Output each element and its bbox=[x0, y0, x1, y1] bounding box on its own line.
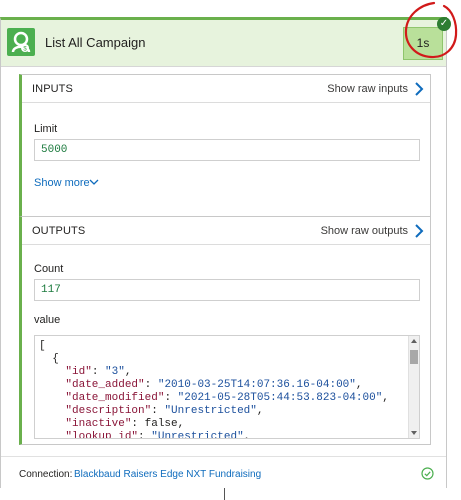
connection-label: Connection: bbox=[19, 469, 73, 480]
inputs-title: INPUTS bbox=[32, 83, 73, 95]
json-line: "lookup_id": "Unrestricted", bbox=[65, 431, 251, 439]
json-code: [ { "id": "3", "date_added": "2010-03-25… bbox=[39, 340, 419, 439]
flow-connector bbox=[224, 488, 225, 500]
chevron-down-icon[interactable] bbox=[89, 177, 99, 187]
limit-label: Limit bbox=[34, 123, 58, 135]
connection-ok-icon bbox=[421, 467, 434, 480]
show-raw-inputs-link[interactable]: Show raw inputs bbox=[327, 83, 408, 95]
scroll-down-arrow-icon[interactable] bbox=[411, 431, 417, 435]
json-line: "date_modified": "2021-05-28T05:44:53.82… bbox=[65, 392, 389, 404]
connection-footer: Connection: Blackbaud Raisers Edge NXT F… bbox=[1, 456, 446, 490]
duration-badge: 1s bbox=[403, 27, 443, 60]
outputs-section: OUTPUTS Show raw outputs Count 117 value… bbox=[19, 216, 431, 445]
outputs-section-header[interactable]: OUTPUTS Show raw outputs bbox=[22, 217, 430, 245]
scroll-up-arrow-icon[interactable] bbox=[411, 339, 417, 343]
value-label: value bbox=[34, 314, 61, 326]
scrollbar-thumb[interactable] bbox=[410, 350, 418, 364]
success-check-icon: ✓ bbox=[437, 17, 451, 31]
action-card: $ List All Campaign 1s INPUTS Show raw i… bbox=[0, 17, 447, 490]
json-output-viewer[interactable]: [ { "id": "3", "date_added": "2010-03-25… bbox=[34, 335, 420, 439]
json-line: "date_added": "2010-03-25T14:07:36.16-04… bbox=[65, 379, 363, 391]
chevron-right-icon[interactable] bbox=[414, 224, 424, 238]
count-field: 117 bbox=[34, 279, 420, 301]
outputs-title: OUTPUTS bbox=[32, 225, 86, 237]
chevron-right-icon[interactable] bbox=[414, 82, 424, 96]
count-label: Count bbox=[34, 263, 64, 275]
show-more-link[interactable]: Show more bbox=[34, 177, 90, 189]
json-scrollbar[interactable] bbox=[408, 336, 419, 438]
limit-field: 5000 bbox=[34, 139, 420, 161]
inputs-section: INPUTS Show raw inputs Limit 5000 Show m… bbox=[19, 74, 431, 222]
blackbaud-logo-icon: $ bbox=[7, 28, 35, 56]
action-header[interactable]: $ List All Campaign 1s bbox=[1, 20, 446, 67]
json-line: { bbox=[39, 353, 59, 365]
connection-name-link[interactable]: Blackbaud Raisers Edge NXT Fundraising bbox=[74, 469, 261, 480]
json-line: [ bbox=[39, 340, 46, 352]
show-raw-outputs-link[interactable]: Show raw outputs bbox=[321, 225, 408, 237]
json-line: "id": "3", bbox=[65, 366, 132, 378]
json-line: "inactive": false, bbox=[65, 418, 185, 430]
json-line: "description": "Unrestricted", bbox=[65, 405, 264, 417]
inputs-section-header[interactable]: INPUTS Show raw inputs bbox=[22, 75, 430, 103]
action-title: List All Campaign bbox=[45, 35, 146, 50]
